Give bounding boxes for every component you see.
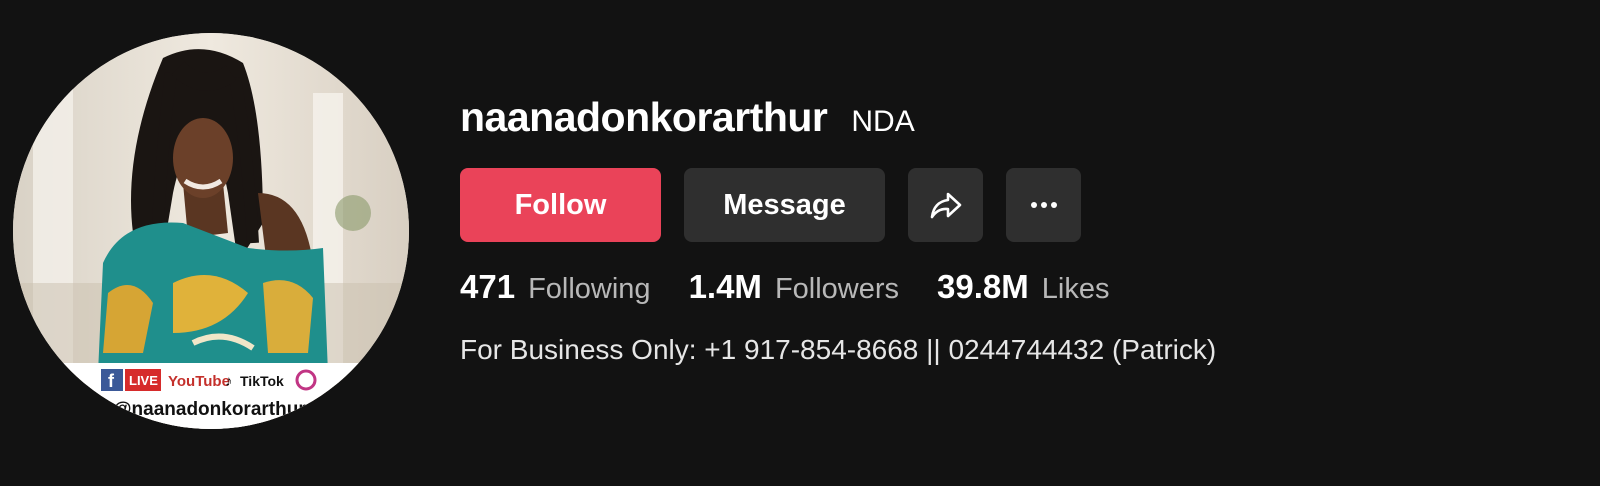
- profile-header: f LIVE YouTube ♪ TikTok @naanadonkorarth…: [0, 0, 1600, 486]
- stat-value: 471: [460, 268, 516, 305]
- follow-button[interactable]: Follow: [460, 168, 661, 242]
- avatar[interactable]: f LIVE YouTube ♪ TikTok @naanadonkorarth…: [13, 33, 409, 429]
- share-button[interactable]: [908, 168, 983, 242]
- stat-label: Following: [528, 273, 651, 305]
- svg-text:f: f: [108, 371, 115, 391]
- stats-row: 471 Following 1.4M Followers 39.8M Likes: [460, 268, 1147, 306]
- action-buttons: Follow Message: [460, 168, 1081, 242]
- stat-label: Likes: [1041, 273, 1110, 305]
- svg-text:♪: ♪: [225, 373, 233, 390]
- bio: For Business Only: +1 917-854-8668 || 02…: [460, 334, 1217, 365]
- stat-value: 39.8M: [937, 268, 1029, 305]
- stat-followers[interactable]: 1.4M Followers: [689, 268, 899, 306]
- username: naanadonkorarthur: [460, 94, 828, 140]
- stat-likes: 39.8M Likes: [937, 268, 1109, 306]
- stat-value: 1.4M: [688, 268, 762, 305]
- stat-following[interactable]: 471 Following: [460, 268, 651, 306]
- nickname: NDA: [851, 105, 915, 138]
- banner-youtube: YouTube: [168, 373, 230, 390]
- more-dots-icon: [1030, 202, 1057, 208]
- banner-handle: @naanadonkorarthur: [113, 399, 306, 420]
- stat-label: Followers: [774, 273, 900, 305]
- banner-live: LIVE: [129, 373, 158, 388]
- banner-tiktok: TikTok: [240, 373, 284, 389]
- name-row: naanadonkorarthur NDA: [460, 94, 915, 141]
- share-arrow-icon: [930, 192, 961, 219]
- message-button[interactable]: Message: [684, 168, 885, 242]
- more-button[interactable]: [1006, 168, 1081, 242]
- avatar-photo: f LIVE YouTube ♪ TikTok @naanadonkorarth…: [13, 33, 409, 429]
